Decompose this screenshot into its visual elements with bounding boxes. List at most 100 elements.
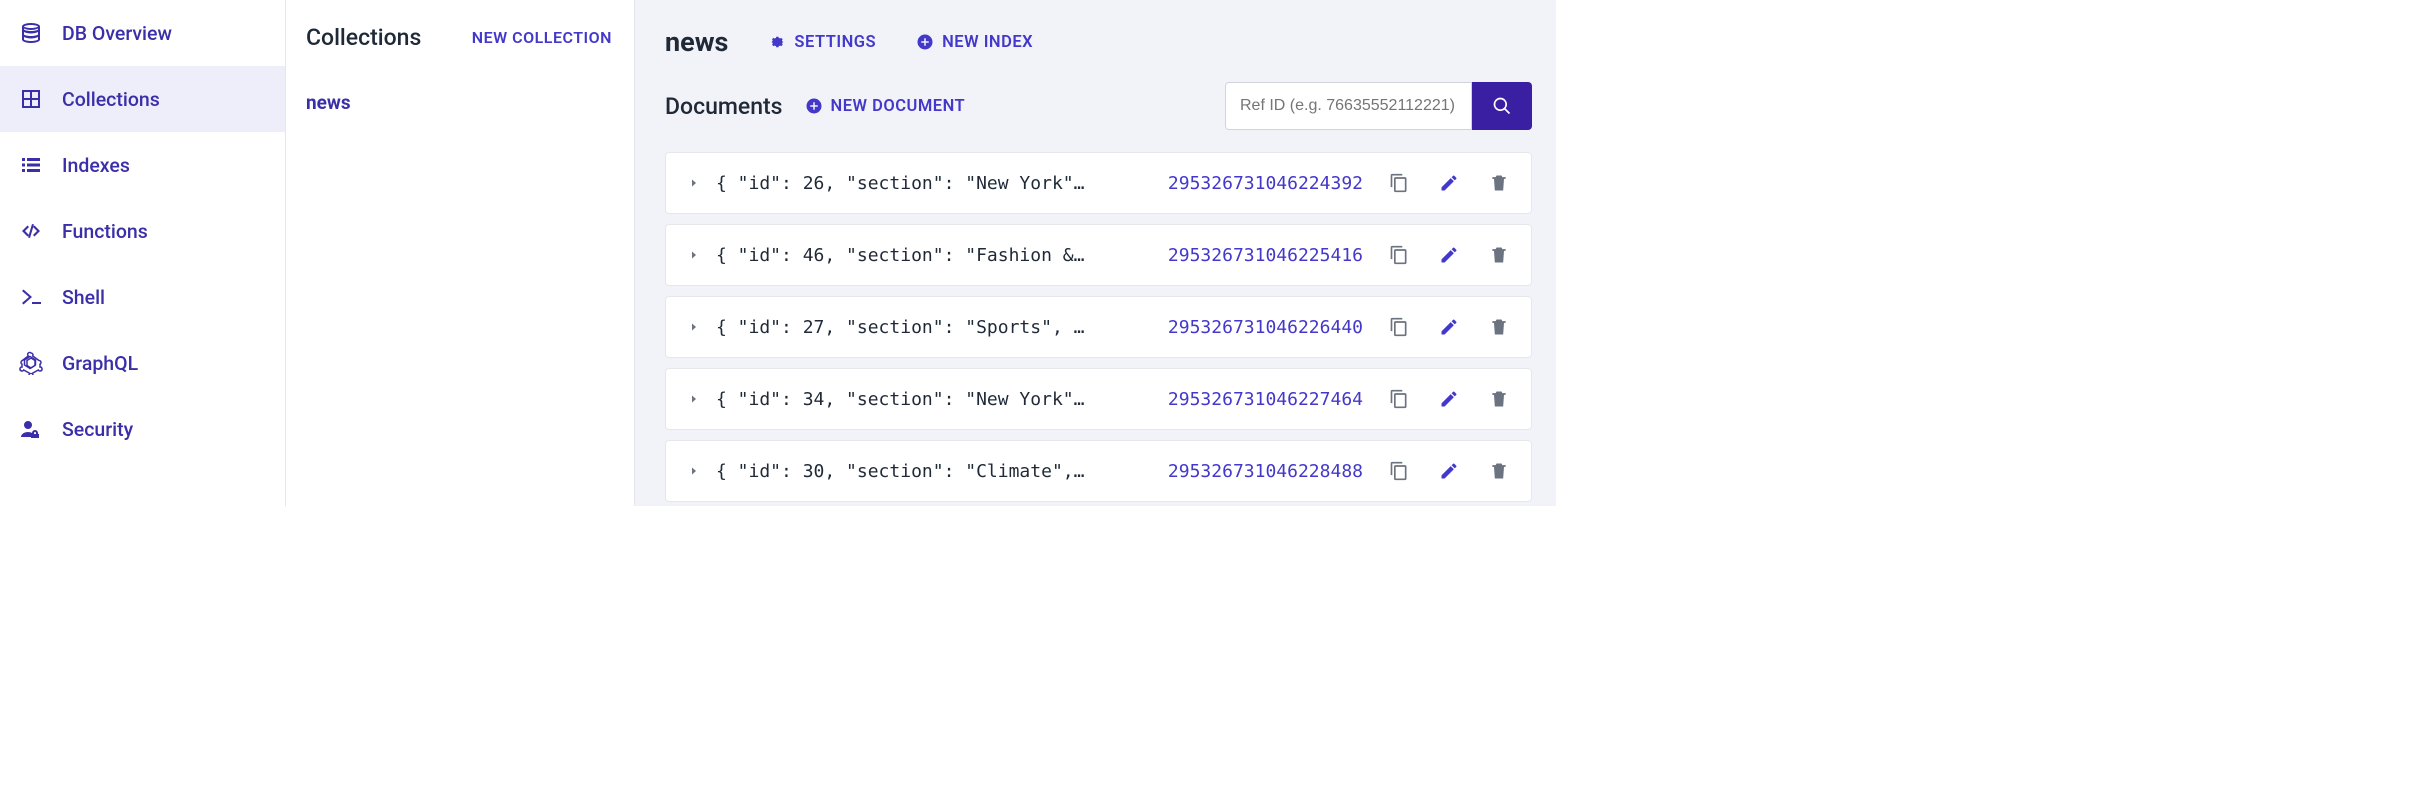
document-row: { "id": 27, "section": "Sports", "headli… [665, 296, 1532, 358]
document-preview[interactable]: { "id": 46, "section": "Fashion & Style"… [716, 245, 1086, 266]
sidebar-item-label: GraphQL [62, 352, 138, 375]
new-document-button[interactable]: NEW DOCUMENT [805, 97, 966, 116]
new-document-label: NEW DOCUMENT [831, 97, 966, 116]
search-group [1225, 82, 1532, 130]
edit-button[interactable] [1439, 173, 1459, 193]
pencil-icon [1439, 173, 1459, 193]
gear-icon [768, 33, 786, 51]
document-ref-id[interactable]: 295326731046227464 [1168, 389, 1363, 410]
copy-icon [1389, 389, 1409, 409]
document-actions [1389, 173, 1509, 193]
plus-circle-icon [916, 33, 934, 51]
sidebar-item-label: Security [62, 418, 133, 441]
document-preview[interactable]: { "id": 30, "section": "Climate", "headl… [716, 461, 1086, 482]
copy-button[interactable] [1389, 245, 1409, 265]
copy-button[interactable] [1389, 389, 1409, 409]
collections-header: Collections NEW COLLECTION [286, 24, 634, 75]
expand-toggle[interactable] [688, 465, 700, 477]
edit-button[interactable] [1439, 461, 1459, 481]
delete-button[interactable] [1489, 389, 1509, 409]
document-ref-id[interactable]: 295326731046224392 [1168, 173, 1363, 194]
trash-icon [1489, 173, 1509, 193]
grid-icon [18, 86, 44, 112]
users-lock-icon [18, 416, 44, 442]
plus-circle-icon [805, 97, 823, 115]
pencil-icon [1439, 245, 1459, 265]
sidebar-item-graphql[interactable]: GraphQL [0, 330, 285, 396]
delete-button[interactable] [1489, 317, 1509, 337]
document-preview[interactable]: { "id": 26, "section": "New York", "head… [716, 173, 1086, 194]
trash-icon [1489, 245, 1509, 265]
copy-icon [1389, 317, 1409, 337]
trash-icon [1489, 461, 1509, 481]
document-row: { "id": 26, "section": "New York", "head… [665, 152, 1532, 214]
document-actions [1389, 317, 1509, 337]
edit-button[interactable] [1439, 317, 1459, 337]
document-preview[interactable]: { "id": 34, "section": "New York", "head… [716, 389, 1086, 410]
main-header: news SETTINGS NEW INDEX [665, 26, 1532, 58]
documents-title: Documents [665, 93, 783, 120]
document-ref-id[interactable]: 295326731046226440 [1168, 317, 1363, 338]
edit-button[interactable] [1439, 389, 1459, 409]
document-row: { "id": 30, "section": "Climate", "headl… [665, 440, 1532, 502]
new-index-button[interactable]: NEW INDEX [916, 33, 1033, 52]
chevron-right-icon [688, 249, 700, 261]
document-preview[interactable]: { "id": 27, "section": "Sports", "headli… [716, 317, 1086, 338]
trash-icon [1489, 317, 1509, 337]
copy-icon [1389, 461, 1409, 481]
graphql-icon [18, 350, 44, 376]
ref-id-search-input[interactable] [1225, 82, 1472, 130]
documents-header: Documents NEW DOCUMENT [665, 82, 1532, 130]
sidebar-item-db-overview[interactable]: DB Overview [0, 0, 285, 66]
document-row: { "id": 34, "section": "New York", "head… [665, 368, 1532, 430]
sidebar: DB Overview Collections Indexes Function… [0, 0, 286, 506]
chevron-right-icon [688, 393, 700, 405]
sidebar-item-label: Shell [62, 286, 105, 309]
document-ref-id[interactable]: 295326731046228488 [1168, 461, 1363, 482]
chevron-right-icon [688, 321, 700, 333]
settings-button[interactable]: SETTINGS [768, 33, 876, 52]
copy-button[interactable] [1389, 173, 1409, 193]
copy-button[interactable] [1389, 461, 1409, 481]
sidebar-item-functions[interactable]: Functions [0, 198, 285, 264]
search-button[interactable] [1472, 82, 1532, 130]
sidebar-item-label: Functions [62, 220, 148, 243]
settings-label: SETTINGS [794, 33, 876, 52]
collections-title: Collections [306, 24, 421, 51]
collections-panel: Collections NEW COLLECTION news [286, 0, 635, 506]
delete-button[interactable] [1489, 173, 1509, 193]
expand-toggle[interactable] [688, 321, 700, 333]
pencil-icon [1439, 389, 1459, 409]
search-icon [1492, 96, 1512, 116]
sidebar-item-collections[interactable]: Collections [0, 66, 285, 132]
collection-item-news[interactable]: news [286, 75, 634, 130]
document-list: { "id": 26, "section": "New York", "head… [665, 152, 1532, 502]
chevron-right-icon [688, 465, 700, 477]
copy-icon [1389, 173, 1409, 193]
collection-name-title: news [665, 26, 728, 58]
main-content: news SETTINGS NEW INDEX Documents NEW DO… [635, 0, 1556, 506]
document-ref-id[interactable]: 295326731046225416 [1168, 245, 1363, 266]
document-actions [1389, 389, 1509, 409]
new-collection-button[interactable]: NEW COLLECTION [472, 28, 612, 47]
edit-button[interactable] [1439, 245, 1459, 265]
expand-toggle[interactable] [688, 249, 700, 261]
sidebar-item-indexes[interactable]: Indexes [0, 132, 285, 198]
delete-button[interactable] [1489, 461, 1509, 481]
pencil-icon [1439, 317, 1459, 337]
sidebar-item-security[interactable]: Security [0, 396, 285, 462]
delete-button[interactable] [1489, 245, 1509, 265]
expand-toggle[interactable] [688, 393, 700, 405]
database-icon [18, 20, 44, 46]
sidebar-item-shell[interactable]: Shell [0, 264, 285, 330]
pencil-icon [1439, 461, 1459, 481]
new-index-label: NEW INDEX [942, 33, 1033, 52]
sidebar-item-label: DB Overview [62, 22, 172, 45]
chevron-right-icon [688, 177, 700, 189]
copy-button[interactable] [1389, 317, 1409, 337]
terminal-icon [18, 284, 44, 310]
expand-toggle[interactable] [688, 177, 700, 189]
sidebar-item-label: Collections [62, 88, 160, 111]
code-icon [18, 218, 44, 244]
document-actions [1389, 245, 1509, 265]
